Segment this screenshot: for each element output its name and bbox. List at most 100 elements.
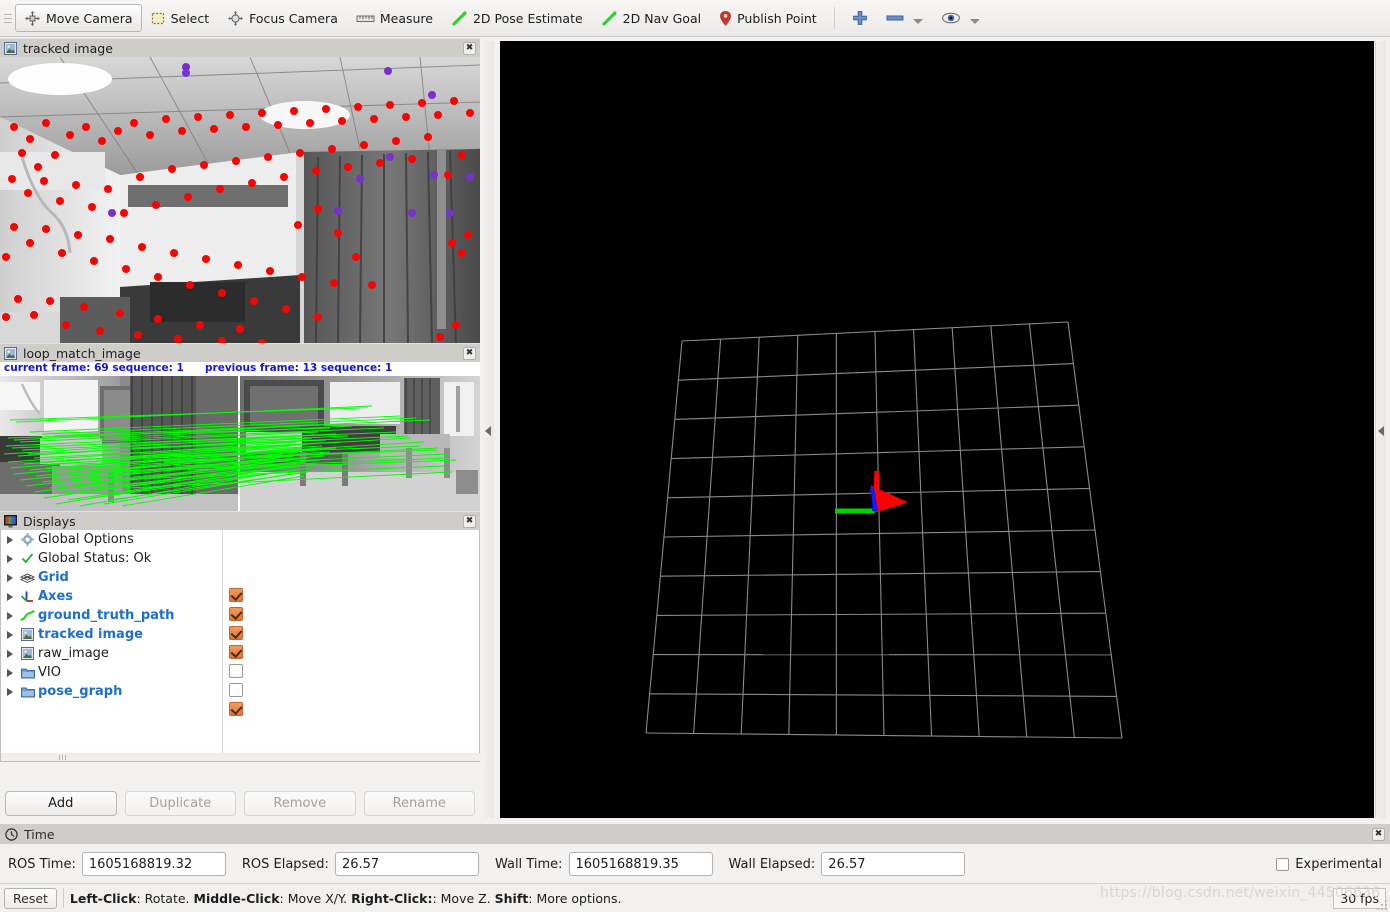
expand-arrow-icon[interactable] <box>7 649 13 658</box>
chevron-down-icon[interactable] <box>969 19 980 24</box>
display-item-pose-graph[interactable]: pose_graph <box>1 682 222 701</box>
time-panel-header: Time ✖ <box>0 824 1390 844</box>
display-item-axes[interactable]: Axes <box>1 587 222 606</box>
display-checkbox-tracked-image[interactable] <box>229 645 243 659</box>
display-checkbox-ground-truth-path[interactable] <box>229 626 243 640</box>
tool-label: Select <box>170 10 210 26</box>
display-checkbox-vio[interactable] <box>229 683 243 697</box>
loop-match-image-view[interactable] <box>0 376 480 511</box>
clock-icon <box>5 827 18 841</box>
display-item-label: Global Status: Ok <box>38 551 152 566</box>
display-checkbox-pose-graph[interactable] <box>229 702 243 716</box>
experimental-label: Experimental <box>1295 856 1382 872</box>
display-checkbox-raw-image[interactable] <box>229 664 243 678</box>
panel-title: tracked image <box>23 40 113 56</box>
expand-arrow-icon[interactable] <box>7 611 13 620</box>
remove-tool-button[interactable] <box>877 4 932 32</box>
collapse-left-arrow-icon[interactable] <box>485 426 491 436</box>
tool-publish-point[interactable]: Publish Point <box>710 4 826 32</box>
pose-estimate-icon <box>451 10 468 27</box>
left-dock-splitter[interactable] <box>483 41 494 818</box>
wall-elapsed-label: Wall Elapsed: <box>728 856 816 872</box>
main-toolbar: Move Camera Select Focus Camera Measure … <box>0 0 1390 37</box>
tracked-image-panel-header: tracked image ✖ <box>0 38 480 57</box>
display-item-label: Grid <box>38 570 69 585</box>
chevron-down-icon[interactable] <box>912 19 923 24</box>
display-item-global-options[interactable]: Global Options <box>1 530 222 549</box>
3d-render-view[interactable] <box>500 41 1374 818</box>
expand-arrow-icon[interactable] <box>7 668 13 677</box>
image-icon <box>19 628 36 641</box>
displays-button-row: Add Duplicate Remove Rename <box>0 786 480 820</box>
expand-arrow-icon[interactable] <box>7 630 13 639</box>
reset-button[interactable]: Reset <box>4 887 57 909</box>
expand-arrow-icon[interactable] <box>7 592 13 601</box>
ros-elapsed-field[interactable]: 26.57 <box>334 852 479 876</box>
displays-panel-icon <box>4 514 17 528</box>
folder-icon <box>19 667 36 679</box>
ros-time-field[interactable]: 1605168819.32 <box>81 852 226 876</box>
wall-elapsed-field[interactable]: 26.57 <box>821 852 966 876</box>
close-icon[interactable]: ✖ <box>463 514 476 528</box>
display-item-tracked-image[interactable]: tracked image <box>1 625 222 644</box>
remove-button[interactable]: Remove <box>244 790 356 816</box>
panel-title: loop_match_image <box>23 345 141 361</box>
display-item-global-status[interactable]: Global Status: Ok <box>1 549 222 568</box>
tool-measure[interactable]: Measure <box>347 4 442 32</box>
duplicate-button[interactable]: Duplicate <box>124 790 236 816</box>
display-item-grid[interactable]: Grid <box>1 568 222 587</box>
right-dock-splitter[interactable] <box>1375 41 1386 818</box>
loop-match-overlay-labels: current frame: 69 sequence: 1 previous f… <box>0 362 480 376</box>
tool-move-camera[interactable]: Move Camera <box>15 4 142 32</box>
displays-splitter-handle[interactable] <box>1 753 481 761</box>
display-item-label: Global Options <box>38 532 134 547</box>
resize-grip[interactable] <box>1375 898 1387 910</box>
displays-tree-container: Global Options Global Status: Ok Grid Ax… <box>0 530 481 762</box>
tool-label: Focus Camera <box>249 10 338 26</box>
tool-2d-pose-estimate[interactable]: 2D Pose Estimate <box>442 4 592 32</box>
rviz-window: Move Camera Select Focus Camera Measure … <box>0 0 1390 912</box>
close-icon[interactable]: ✖ <box>1372 827 1385 841</box>
displays-tree[interactable]: Global Options Global Status: Ok Grid Ax… <box>1 530 222 760</box>
left-dock: tracked image ✖ loop_match_image ✖ curre… <box>0 38 481 820</box>
wall-time-field[interactable]: 1605168819.35 <box>568 852 713 876</box>
focus-camera-icon <box>227 10 244 27</box>
expand-arrow-icon[interactable] <box>7 573 13 582</box>
hint-shift: Shift <box>494 890 529 906</box>
toolbar-grip[interactable] <box>4 8 13 28</box>
tool-label: Move Camera <box>46 10 133 26</box>
tool-focus-camera[interactable]: Focus Camera <box>218 4 347 32</box>
display-item-vio[interactable]: VIO <box>1 663 222 682</box>
expand-arrow-icon[interactable] <box>7 687 13 696</box>
display-item-ground-truth-path[interactable]: ground_truth_path <box>1 606 222 625</box>
close-icon[interactable]: ✖ <box>463 346 476 360</box>
collapse-right-arrow-icon[interactable] <box>1378 426 1384 436</box>
hint-right-click-desc: : Move Z. <box>432 890 495 906</box>
image-panel-icon <box>4 346 17 360</box>
experimental-checkbox-row[interactable]: Experimental <box>1276 857 1382 872</box>
expand-arrow-icon[interactable] <box>7 535 13 544</box>
path-icon <box>19 609 36 622</box>
add-button[interactable]: Add <box>5 790 117 816</box>
move-camera-icon <box>24 10 41 27</box>
grid-icon <box>19 571 36 584</box>
visibility-button[interactable] <box>932 4 989 32</box>
render-canvas <box>500 41 1374 818</box>
tool-select[interactable]: Select <box>142 4 219 32</box>
ros-elapsed-label: ROS Elapsed: <box>241 856 329 872</box>
tool-2d-nav-goal[interactable]: 2D Nav Goal <box>592 4 710 32</box>
status-bar: Reset Left-Click: Rotate. Middle-Click: … <box>0 883 1390 912</box>
current-frame-label: current frame: 69 sequence: 1 <box>4 362 184 374</box>
display-checkbox-grid[interactable] <box>229 588 243 602</box>
add-tool-button[interactable] <box>843 4 877 32</box>
close-icon[interactable]: ✖ <box>463 41 476 55</box>
experimental-checkbox[interactable] <box>1276 857 1290 871</box>
rename-button[interactable]: Rename <box>363 790 475 816</box>
hint-middle-click-desc: : Move X/Y. <box>279 890 352 906</box>
expand-arrow-icon[interactable] <box>7 554 13 563</box>
nav-goal-icon <box>601 10 618 27</box>
tree-column-divider[interactable] <box>222 530 223 760</box>
display-item-raw-image[interactable]: raw_image <box>1 644 222 663</box>
display-checkbox-axes[interactable] <box>229 607 243 621</box>
tracked-image-view[interactable] <box>0 57 480 343</box>
